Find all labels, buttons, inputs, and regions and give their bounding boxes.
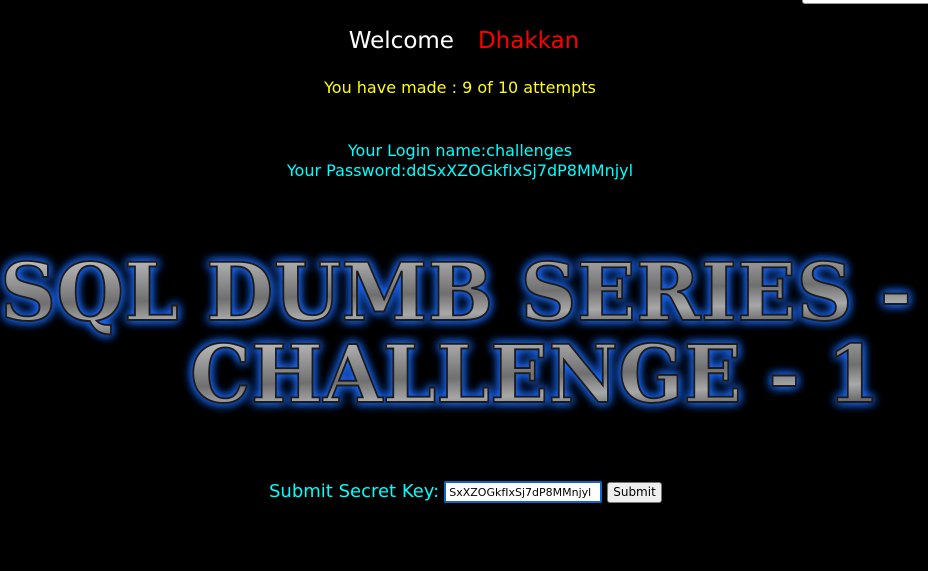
banner-line-1: SQL DUMB SERIES - [0,245,912,339]
browser-corner-field[interactable] [802,0,928,4]
login-name-line: Your Login name:challenges [347,141,573,160]
banner-line-2: CHALLENGE - 1 [190,327,880,421]
password-line: Your Password:ddSxXZOGkfIxSj7dP8MMnjyl [286,161,634,180]
welcome-label: Welcome [348,28,454,54]
secret-key-label: Submit Secret Key: [269,481,440,502]
page: Welcome Dhakkan You have made : 9 of 10 a… [0,0,928,571]
submit-button[interactable]: Submit [607,481,662,503]
secret-key-form: Submit Secret Key: Submit [269,480,662,504]
secret-key-input[interactable] [444,481,603,503]
welcome-header: Welcome Dhakkan [0,26,928,56]
challenge-banner: SQL DUMB SERIES - CHALLENGE - 1 [0,244,913,422]
attempts-counter: You have made : 9 of 10 attempts [324,78,596,97]
username-label: Dhakkan [477,28,580,54]
credentials-block: Your Login name:challenges Your Password… [0,141,920,181]
